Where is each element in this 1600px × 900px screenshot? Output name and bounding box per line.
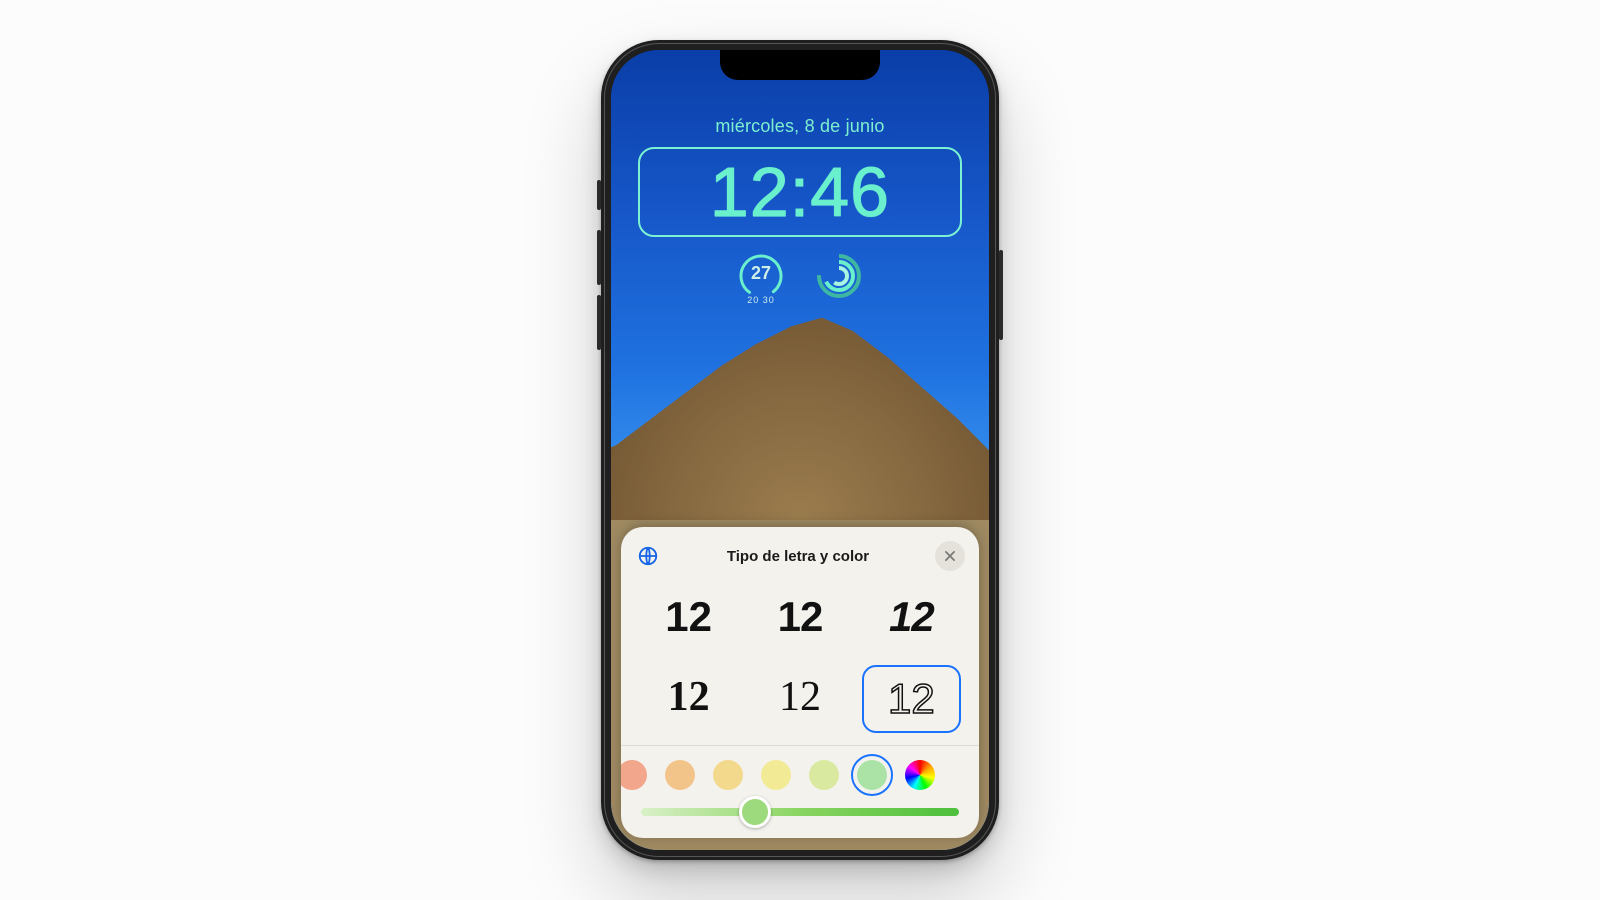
card-title: Tipo de letra y color xyxy=(727,548,869,565)
font-option-1[interactable]: 12 xyxy=(639,585,738,649)
weather-widget[interactable]: 27 20 30 xyxy=(736,251,786,301)
font-grid: 12 12 12 12 12 12 xyxy=(621,581,979,745)
color-swatch-5[interactable] xyxy=(809,760,839,790)
phone-screen: miércoles, 8 de junio 12:46 27 20 30 xyxy=(611,50,989,850)
color-swatch-4[interactable] xyxy=(761,760,791,790)
font-option-4[interactable]: 12 xyxy=(639,665,738,729)
color-row xyxy=(621,746,979,796)
color-picker-rainbow[interactable] xyxy=(905,760,935,790)
color-swatch-6[interactable] xyxy=(857,760,887,790)
power-button[interactable] xyxy=(999,250,1003,340)
volume-down-button[interactable] xyxy=(597,295,601,350)
lockscreen-date[interactable]: miércoles, 8 de junio xyxy=(715,116,884,137)
font-option-3[interactable]: 12 xyxy=(862,585,961,649)
shade-slider[interactable] xyxy=(641,808,959,816)
font-color-card: Tipo de letra y color 12 12 12 12 12 12 xyxy=(621,527,979,838)
color-swatch-1[interactable] xyxy=(621,760,647,790)
volume-up-button[interactable] xyxy=(597,230,601,285)
font-option-6[interactable]: 12 xyxy=(862,665,961,733)
notch xyxy=(720,50,880,80)
shade-slider-thumb[interactable] xyxy=(739,796,771,828)
weather-range: 20 30 xyxy=(736,295,786,305)
mute-switch[interactable] xyxy=(597,180,601,210)
weather-temp: 27 xyxy=(736,263,786,284)
lockscreen-time: 12:46 xyxy=(710,157,890,227)
color-swatch-2[interactable] xyxy=(665,760,695,790)
lockscreen-time-box[interactable]: 12:46 xyxy=(638,147,962,237)
globe-icon[interactable] xyxy=(635,543,661,569)
close-icon[interactable] xyxy=(935,541,965,571)
color-swatch-3[interactable] xyxy=(713,760,743,790)
phone-frame: miércoles, 8 de junio 12:46 27 20 30 xyxy=(601,40,999,860)
activity-rings-widget[interactable] xyxy=(814,251,864,301)
font-option-2[interactable]: 12 xyxy=(750,585,849,649)
font-option-5[interactable]: 12 xyxy=(750,665,849,729)
